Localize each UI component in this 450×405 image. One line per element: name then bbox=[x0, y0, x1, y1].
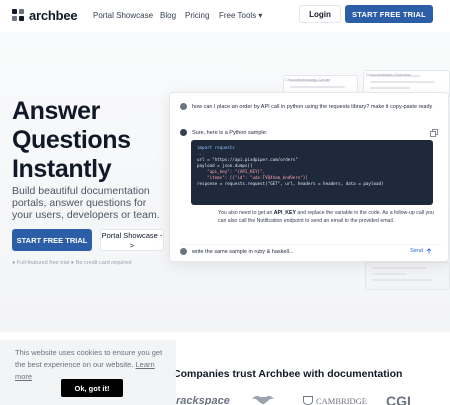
headline-line: Instantly bbox=[12, 155, 112, 183]
nav-link-free-tools[interactable]: Free Tools ▾ bbox=[219, 11, 262, 20]
nav-link-blog[interactable]: Blog bbox=[160, 11, 176, 20]
chat-input[interactable]: write the same sample in ruby & haskell.… bbox=[180, 244, 442, 258]
nav-link-portal-showcase[interactable]: Portal Showcase bbox=[93, 11, 153, 20]
hero-subheadline: Build beautiful documentation portals, a… bbox=[12, 185, 160, 221]
headline-line: Answer bbox=[12, 97, 100, 125]
send-button[interactable]: Send bbox=[410, 248, 432, 254]
bull-logo-icon bbox=[252, 395, 274, 404]
ai-chat-panel: how can I place an order by API call in … bbox=[169, 92, 449, 262]
hero-headline: Answer Questions Instantly bbox=[12, 97, 131, 184]
answer-followup: You also need to get an API_KEY and repl… bbox=[218, 210, 442, 225]
user-avatar-icon bbox=[180, 103, 187, 110]
brand-logo-cgi: CGI bbox=[386, 393, 411, 405]
background-card-label: Churchtechnology Center bbox=[285, 77, 331, 82]
cookie-accept-button[interactable]: Ok, got it! bbox=[61, 379, 123, 397]
code-block[interactable]: import requests... url = "https://api.pix… bbox=[191, 140, 433, 205]
cambridge-crest-icon bbox=[303, 396, 313, 405]
headline-line: Questions bbox=[12, 126, 131, 154]
trust-heading: Companies trust Archbee with documentati… bbox=[173, 368, 403, 380]
portal-showcase-button[interactable]: Portal Showcase -> bbox=[100, 229, 164, 251]
login-button[interactable]: Login bbox=[299, 5, 341, 23]
brand-logo-rackspace: rackspace bbox=[176, 395, 230, 405]
background-doc-card bbox=[365, 262, 450, 290]
code-line: response = requests.request("GET", url, … bbox=[197, 181, 384, 186]
api-key-highlight: API_KEY bbox=[273, 210, 296, 216]
chat-input-text: write the same sample in ruby & haskell.… bbox=[192, 248, 294, 255]
assistant-answer: Sure, here is a Python sample: bbox=[180, 129, 267, 136]
followup-text: You also need to get an bbox=[218, 210, 274, 216]
brand-logo-cambridge: CAMBRIDGE bbox=[316, 396, 368, 405]
send-label: Send bbox=[410, 248, 423, 254]
user-avatar-icon bbox=[180, 248, 187, 255]
question-text: how can I place an order by API call in … bbox=[192, 103, 433, 110]
cookie-message: This website uses cookies to ensure you … bbox=[15, 347, 170, 383]
top-navigation: archbee Portal Showcase Blog Pricing Fre… bbox=[0, 0, 450, 32]
background-card-label: Documentation Overview bbox=[366, 72, 411, 77]
archbee-logo-icon bbox=[12, 9, 25, 22]
hero-start-free-trial-button[interactable]: START FREE TRIAL bbox=[12, 229, 92, 251]
user-question: how can I place an order by API call in … bbox=[180, 103, 432, 110]
answer-intro: Sure, here is a Python sample: bbox=[192, 129, 268, 136]
arrow-up-icon bbox=[426, 248, 432, 254]
copy-icon[interactable] bbox=[430, 129, 438, 137]
trial-note: ● Full-featured free trial ● No credit c… bbox=[12, 260, 132, 266]
nav-start-free-trial-button[interactable]: START FREE TRIAL bbox=[345, 5, 433, 23]
archbee-logo[interactable]: archbee bbox=[12, 8, 78, 23]
assistant-avatar-icon bbox=[180, 129, 187, 136]
nav-link-pricing[interactable]: Pricing bbox=[185, 11, 209, 20]
logo-text: archbee bbox=[29, 8, 78, 23]
